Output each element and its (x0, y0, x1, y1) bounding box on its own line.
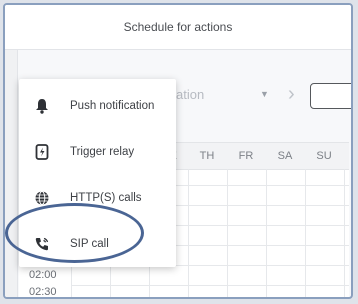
grid-line (227, 169, 228, 297)
menu-item-trigger-relay[interactable]: Trigger relay (19, 129, 176, 175)
left-pane (5, 50, 18, 297)
day-header-th: TH (199, 150, 215, 162)
grid-line (266, 169, 267, 297)
action-type-menu: Push notification Trigger relay HTTP(S) … (19, 79, 176, 267)
phone-icon (33, 235, 51, 253)
menu-item-http-calls[interactable]: HTTP(S) calls (19, 175, 176, 221)
menu-item-label: Push notification (70, 100, 155, 112)
menu-item-push-notification[interactable]: Push notification (19, 83, 176, 129)
menu-item-label: Trigger relay (70, 146, 135, 158)
dialog-title-bar: Schedule for actions (5, 5, 351, 50)
date-field[interactable] (310, 83, 351, 109)
day-header-su: SU (316, 150, 332, 162)
schedule-dialog: Schedule for actions fication ▼ › WE TH … (3, 3, 353, 299)
bell-icon (33, 97, 51, 115)
day-header-sa: SA (277, 150, 293, 162)
chevron-right-icon[interactable]: › (288, 82, 295, 106)
menu-item-sip-call[interactable]: SIP call (19, 221, 176, 267)
time-label-0200: 02:00 (29, 269, 57, 281)
dialog-title: Schedule for actions (123, 20, 233, 34)
relay-icon (33, 143, 51, 161)
grid-line (71, 285, 349, 286)
time-label-0230: 02:30 (29, 286, 57, 298)
menu-item-label: SIP call (70, 238, 109, 250)
schedule-controls: fication ▼ › (155, 79, 351, 119)
grid-line (305, 169, 306, 297)
day-header-fr: FR (238, 150, 254, 162)
chevron-down-icon[interactable]: ▼ (260, 89, 269, 99)
menu-item-label: HTTP(S) calls (70, 192, 142, 204)
globe-icon (33, 189, 51, 207)
grid-line (188, 169, 189, 297)
grid-line (344, 169, 345, 297)
